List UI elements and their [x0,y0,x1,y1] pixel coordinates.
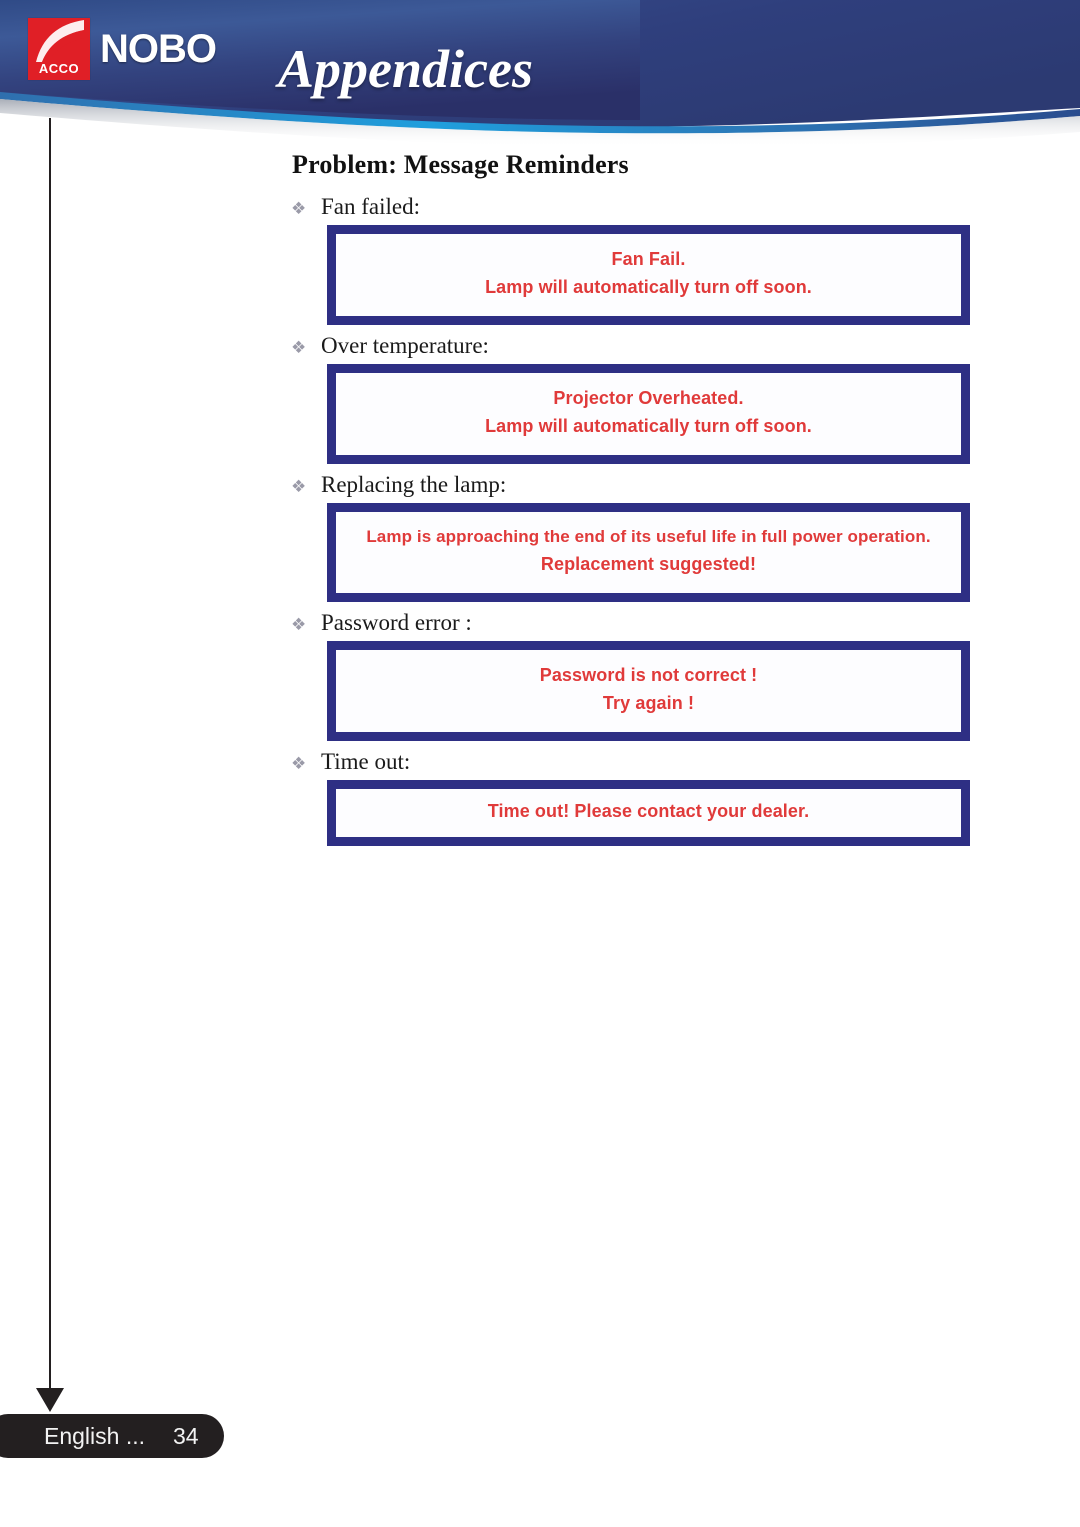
bullet-item-fan-failed: ❖ Fan failed: [291,194,1080,219]
diamond-bullet-icon: ❖ [291,199,307,219]
osd-message-line: Replacement suggested! [540,553,757,574]
brand-logo: ACCO NOBO [28,18,217,80]
diamond-bullet-icon: ❖ [291,338,307,359]
footer-page-number: 34 [173,1422,199,1449]
acco-logo-mark: ACCO [28,18,90,80]
bullet-item-password-error: ❖ Password error : [291,610,1080,635]
osd-message-line: Password is not correct ! [539,664,758,685]
page-content: Problem: Message Reminders ❖ Fan failed:… [0,150,1080,846]
bullet-item-label: Password error : [321,609,472,635]
osd-message-line: Fan Fail. [611,249,686,270]
bullet-item-label: Fan failed: [321,194,420,219]
osd-message-box: Fan Fail. Lamp will automatically turn o… [327,225,970,326]
nobo-wordmark: NOBO [100,27,217,71]
diamond-bullet-icon: ❖ [291,477,307,498]
osd-message-line: Try again ! [602,692,695,713]
margin-guide-arrow-icon [36,1388,64,1412]
bullet-item-over-temperature: ❖ Over temperature: [291,333,1080,358]
section-heading: Problem: Message Reminders [292,150,629,179]
osd-message-box: Projector Overheated. Lamp will automati… [327,364,970,465]
osd-message-line: Lamp is approaching the end of its usefu… [366,527,931,547]
diamond-bullet-icon: ❖ [291,753,307,774]
osd-message-box: Lamp is approaching the end of its usefu… [327,503,970,602]
message-group: ❖ Replacing the lamp: Lamp is approachin… [0,472,1080,602]
osd-message-line: Projector Overheated. [553,388,744,409]
message-group: ❖ Password error : Password is not corre… [0,610,1080,741]
osd-message-line: Lamp will automatically turn off soon. [485,277,812,298]
osd-message-line: Lamp will automatically turn off soon. [485,416,812,437]
page-title: Appendices [278,39,533,99]
bullet-item-replacing-the-lamp: ❖ Replacing the lamp: [291,472,1080,497]
diamond-bullet-icon: ❖ [291,614,307,635]
footer-language-label: English ... [44,1422,145,1449]
osd-message-box: Password is not correct ! Try again ! [327,640,970,741]
page-footer: English ... 34 [0,1414,224,1458]
osd-message-line: Time out! Please contact your dealer. [487,801,810,822]
page-header-banner: ACCO NOBO Appendices [0,0,1080,145]
bullet-item-label: Time out: [321,748,411,774]
bullet-item-time-out: ❖ Time out: [291,749,1080,774]
osd-message-box: Time out! Please contact your dealer. [327,780,970,846]
message-group: ❖ Fan failed: Fan Fail. Lamp will automa… [0,194,1080,326]
message-group: ❖ Time out: Time out! Please contact you… [0,749,1080,846]
bullet-item-label: Replacing the lamp: [321,472,507,498]
acco-wordmark: ACCO [38,61,80,76]
message-group: ❖ Over temperature: Projector Overheated… [0,333,1080,465]
bullet-item-label: Over temperature: [321,333,489,359]
